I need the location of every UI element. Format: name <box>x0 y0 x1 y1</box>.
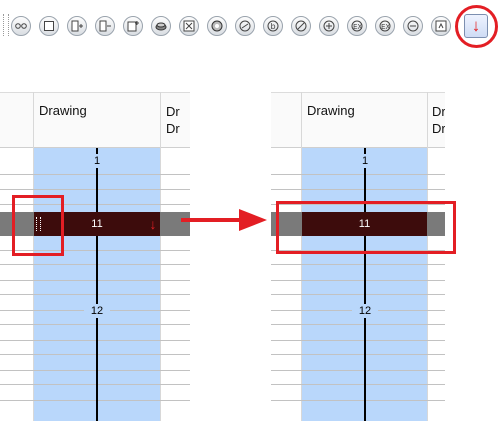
row-divider <box>0 324 190 325</box>
clone-icon[interactable] <box>319 16 339 36</box>
svg-text:EX: EX <box>381 23 390 31</box>
extend-down-marker-icon: ↓ <box>149 216 157 232</box>
drawing-substitution-icon[interactable] <box>207 16 227 36</box>
frame-label: 12 <box>352 304 378 318</box>
row-divider <box>271 400 445 401</box>
next-column-header[interactable]: Draw Draw <box>432 103 445 137</box>
remove-exposure-icon[interactable]: EX <box>375 16 395 36</box>
column-header-row: Drawing Dr Dr <box>0 92 190 148</box>
exposure-line <box>96 148 98 421</box>
light-table-icon[interactable] <box>39 16 59 36</box>
row-divider <box>0 370 190 371</box>
frame-label: 1 <box>352 154 378 168</box>
callout-box-row <box>276 201 456 254</box>
next-column-header[interactable]: Dr Dr <box>166 103 180 137</box>
set-exposure-icon[interactable] <box>403 16 423 36</box>
row-divider <box>0 400 190 401</box>
highlight-circle <box>455 5 498 48</box>
onion-skin-icon[interactable] <box>11 16 31 36</box>
row-divider <box>0 280 190 281</box>
row-divider <box>271 384 445 385</box>
row-divider <box>0 384 190 385</box>
exposure-line <box>364 148 366 421</box>
fill-icon[interactable] <box>291 16 311 36</box>
row-divider <box>271 370 445 371</box>
row-divider <box>271 354 445 355</box>
row-divider <box>271 324 445 325</box>
row-divider <box>271 264 445 265</box>
row-divider <box>271 340 445 341</box>
row-divider <box>0 340 190 341</box>
timeline-before: Drawing Dr Dr 1 12 11 ↓ <box>0 92 190 421</box>
motion-keyframe-icon[interactable] <box>235 16 255 36</box>
row-divider <box>0 189 190 190</box>
duplicate-drawing-icon[interactable] <box>95 16 115 36</box>
frame-label: 12 <box>84 304 110 318</box>
cycle-icon[interactable] <box>179 16 199 36</box>
insert-keyframe-icon[interactable] <box>123 16 143 36</box>
timeline-toolbar: b EX EX ↓ <box>0 0 502 48</box>
add-drawing-icon[interactable] <box>67 16 87 36</box>
fill-empty-cells-icon[interactable] <box>431 16 451 36</box>
callout-box-handle <box>12 195 64 256</box>
row-divider <box>271 174 445 175</box>
row-divider <box>0 354 190 355</box>
drawing-column-header[interactable]: Drawing <box>39 103 87 118</box>
column-divider <box>427 92 428 421</box>
column-header-row: Drawing Draw Draw <box>271 92 445 148</box>
column-divider <box>160 92 161 421</box>
timeline-after: Drawing Draw Draw 1 12 11 <box>271 92 445 421</box>
row-divider <box>0 294 190 295</box>
toolbar-grip[interactable] <box>3 14 9 36</box>
svg-text:b: b <box>271 22 276 31</box>
row-divider <box>271 280 445 281</box>
constant-segment-icon[interactable]: b <box>263 16 283 36</box>
row-divider <box>271 189 445 190</box>
row-divider <box>271 294 445 295</box>
extend-exposure-icon[interactable]: EX <box>347 16 367 36</box>
drawing-column-header[interactable]: Drawing <box>307 103 355 118</box>
row-divider <box>0 174 190 175</box>
row-divider <box>0 264 190 265</box>
frame-label: 1 <box>84 154 110 168</box>
transition-arrow-icon <box>181 209 267 231</box>
stop-motion-keyframe-icon[interactable] <box>151 16 171 36</box>
svg-text:EX: EX <box>353 23 362 31</box>
